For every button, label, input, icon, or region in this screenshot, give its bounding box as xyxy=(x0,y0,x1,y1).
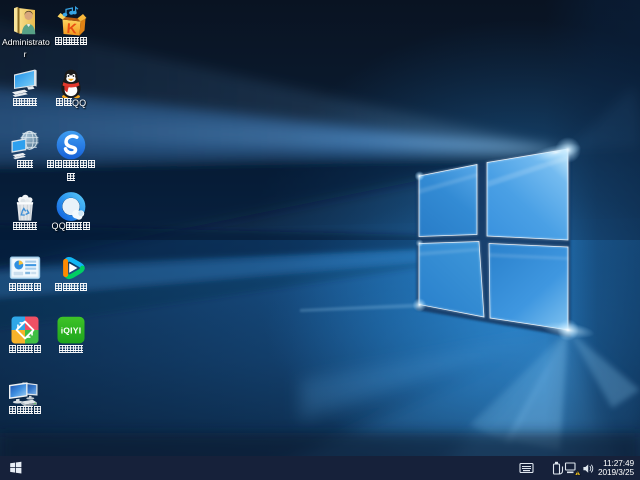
svg-text:iQIYI: iQIYI xyxy=(61,325,82,335)
svg-text:K: K xyxy=(66,20,77,37)
